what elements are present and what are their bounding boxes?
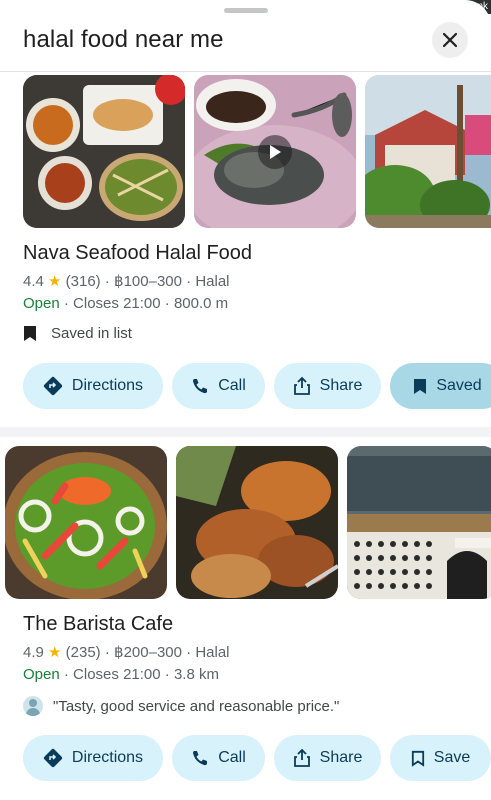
- bookmark-outline-icon: [411, 750, 424, 767]
- save-label: Save: [433, 749, 471, 766]
- photo-carousel[interactable]: [0, 75, 491, 235]
- close-button[interactable]: [432, 22, 468, 58]
- results-sheet: halal food near me Nava Seafood Halal Fo…: [0, 0, 491, 800]
- star-icon: ★: [48, 273, 62, 290]
- search-query[interactable]: halal food near me: [23, 26, 224, 54]
- closing-time: Closes 21:00: [73, 295, 161, 312]
- food-photo[interactable]: [23, 75, 185, 228]
- share-button[interactable]: Share: [274, 735, 381, 781]
- food-video-thumbnail[interactable]: [194, 75, 356, 228]
- bookmark-filled-icon: [414, 378, 427, 394]
- category: Halal: [195, 644, 230, 661]
- share-button[interactable]: Share: [274, 363, 381, 409]
- separator-dot: ·: [63, 295, 69, 312]
- share-icon: [293, 748, 310, 767]
- directions-label: Directions: [71, 377, 144, 394]
- directions-label: Directions: [71, 749, 144, 766]
- save-button[interactable]: Save: [390, 735, 491, 781]
- price-range: ฿200–300: [114, 644, 182, 661]
- section-divider: [0, 427, 491, 437]
- place-title[interactable]: The Barista Cafe: [23, 613, 173, 636]
- call-label: Call: [218, 377, 246, 394]
- call-button[interactable]: Call: [172, 735, 265, 781]
- hours-line: Open · Closes 21:00 · 3.8 km: [23, 666, 219, 683]
- share-icon: [293, 376, 310, 395]
- price-range: ฿100–300: [114, 273, 182, 290]
- drag-handle[interactable]: [224, 8, 268, 13]
- place-title[interactable]: Nava Seafood Halal Food: [23, 242, 252, 265]
- call-button[interactable]: Call: [172, 363, 265, 409]
- separator-dot: ·: [63, 666, 69, 683]
- share-label: Share: [319, 749, 363, 766]
- saved-indicator[interactable]: Saved in list: [23, 325, 132, 342]
- result-card-2[interactable]: The Barista Cafe 4.9 ★ (235) · ฿200–300 …: [0, 446, 491, 800]
- food-photo[interactable]: [176, 446, 338, 599]
- venue-photo[interactable]: [365, 75, 491, 228]
- star-icon: ★: [48, 644, 62, 661]
- directions-button[interactable]: Directions: [23, 735, 163, 781]
- distance: 800.0 m: [173, 295, 229, 312]
- play-icon[interactable]: [258, 134, 292, 169]
- close-icon: [442, 32, 458, 48]
- saved-text: Saved in list: [51, 325, 132, 342]
- review-snippet[interactable]: "Tasty, good service and reasonable pric…: [23, 696, 339, 716]
- distance: 3.8 km: [173, 666, 219, 683]
- food-photo[interactable]: [5, 446, 167, 599]
- open-status: Open: [23, 666, 60, 683]
- rating-value: 4.4: [23, 273, 44, 290]
- call-label: Call: [218, 749, 246, 766]
- open-status: Open: [23, 295, 60, 312]
- rating-value: 4.9: [23, 644, 44, 661]
- separator-dot: ·: [186, 644, 192, 661]
- bookmark-icon: [24, 326, 36, 341]
- search-bar[interactable]: halal food near me: [0, 16, 491, 72]
- saved-label: Saved: [436, 377, 482, 394]
- category: Halal: [195, 273, 230, 290]
- phone-icon: [193, 751, 208, 766]
- phone-icon: [193, 379, 208, 394]
- venue-photo[interactable]: [347, 446, 491, 599]
- directions-icon: [43, 748, 62, 768]
- result-card-1[interactable]: Nava Seafood Halal Food 4.4 ★ (316) · ฿1…: [0, 75, 491, 425]
- review-count[interactable]: (316): [66, 273, 101, 290]
- saved-button[interactable]: Saved: [390, 363, 491, 409]
- separator-dot: ·: [164, 295, 170, 312]
- rating-line: 4.9 ★ (235) · ฿200–300 · Halal: [23, 643, 230, 661]
- photo-carousel[interactable]: [0, 446, 491, 606]
- closing-time: Closes 21:00: [73, 666, 161, 683]
- review-count[interactable]: (235): [66, 644, 101, 661]
- directions-icon: [43, 376, 62, 396]
- share-label: Share: [319, 377, 363, 394]
- hours-line: Open · Closes 21:00 · 800.0 m: [23, 295, 228, 312]
- separator-dot: ·: [104, 273, 110, 290]
- separator-dot: ·: [186, 273, 192, 290]
- rating-line: 4.4 ★ (316) · ฿100–300 · Halal: [23, 272, 230, 290]
- review-text: "Tasty, good service and reasonable pric…: [53, 697, 340, 715]
- directions-button[interactable]: Directions: [23, 363, 163, 409]
- separator-dot: ·: [104, 644, 110, 661]
- separator-dot: ·: [164, 666, 170, 683]
- reviewer-avatar: [23, 696, 43, 716]
